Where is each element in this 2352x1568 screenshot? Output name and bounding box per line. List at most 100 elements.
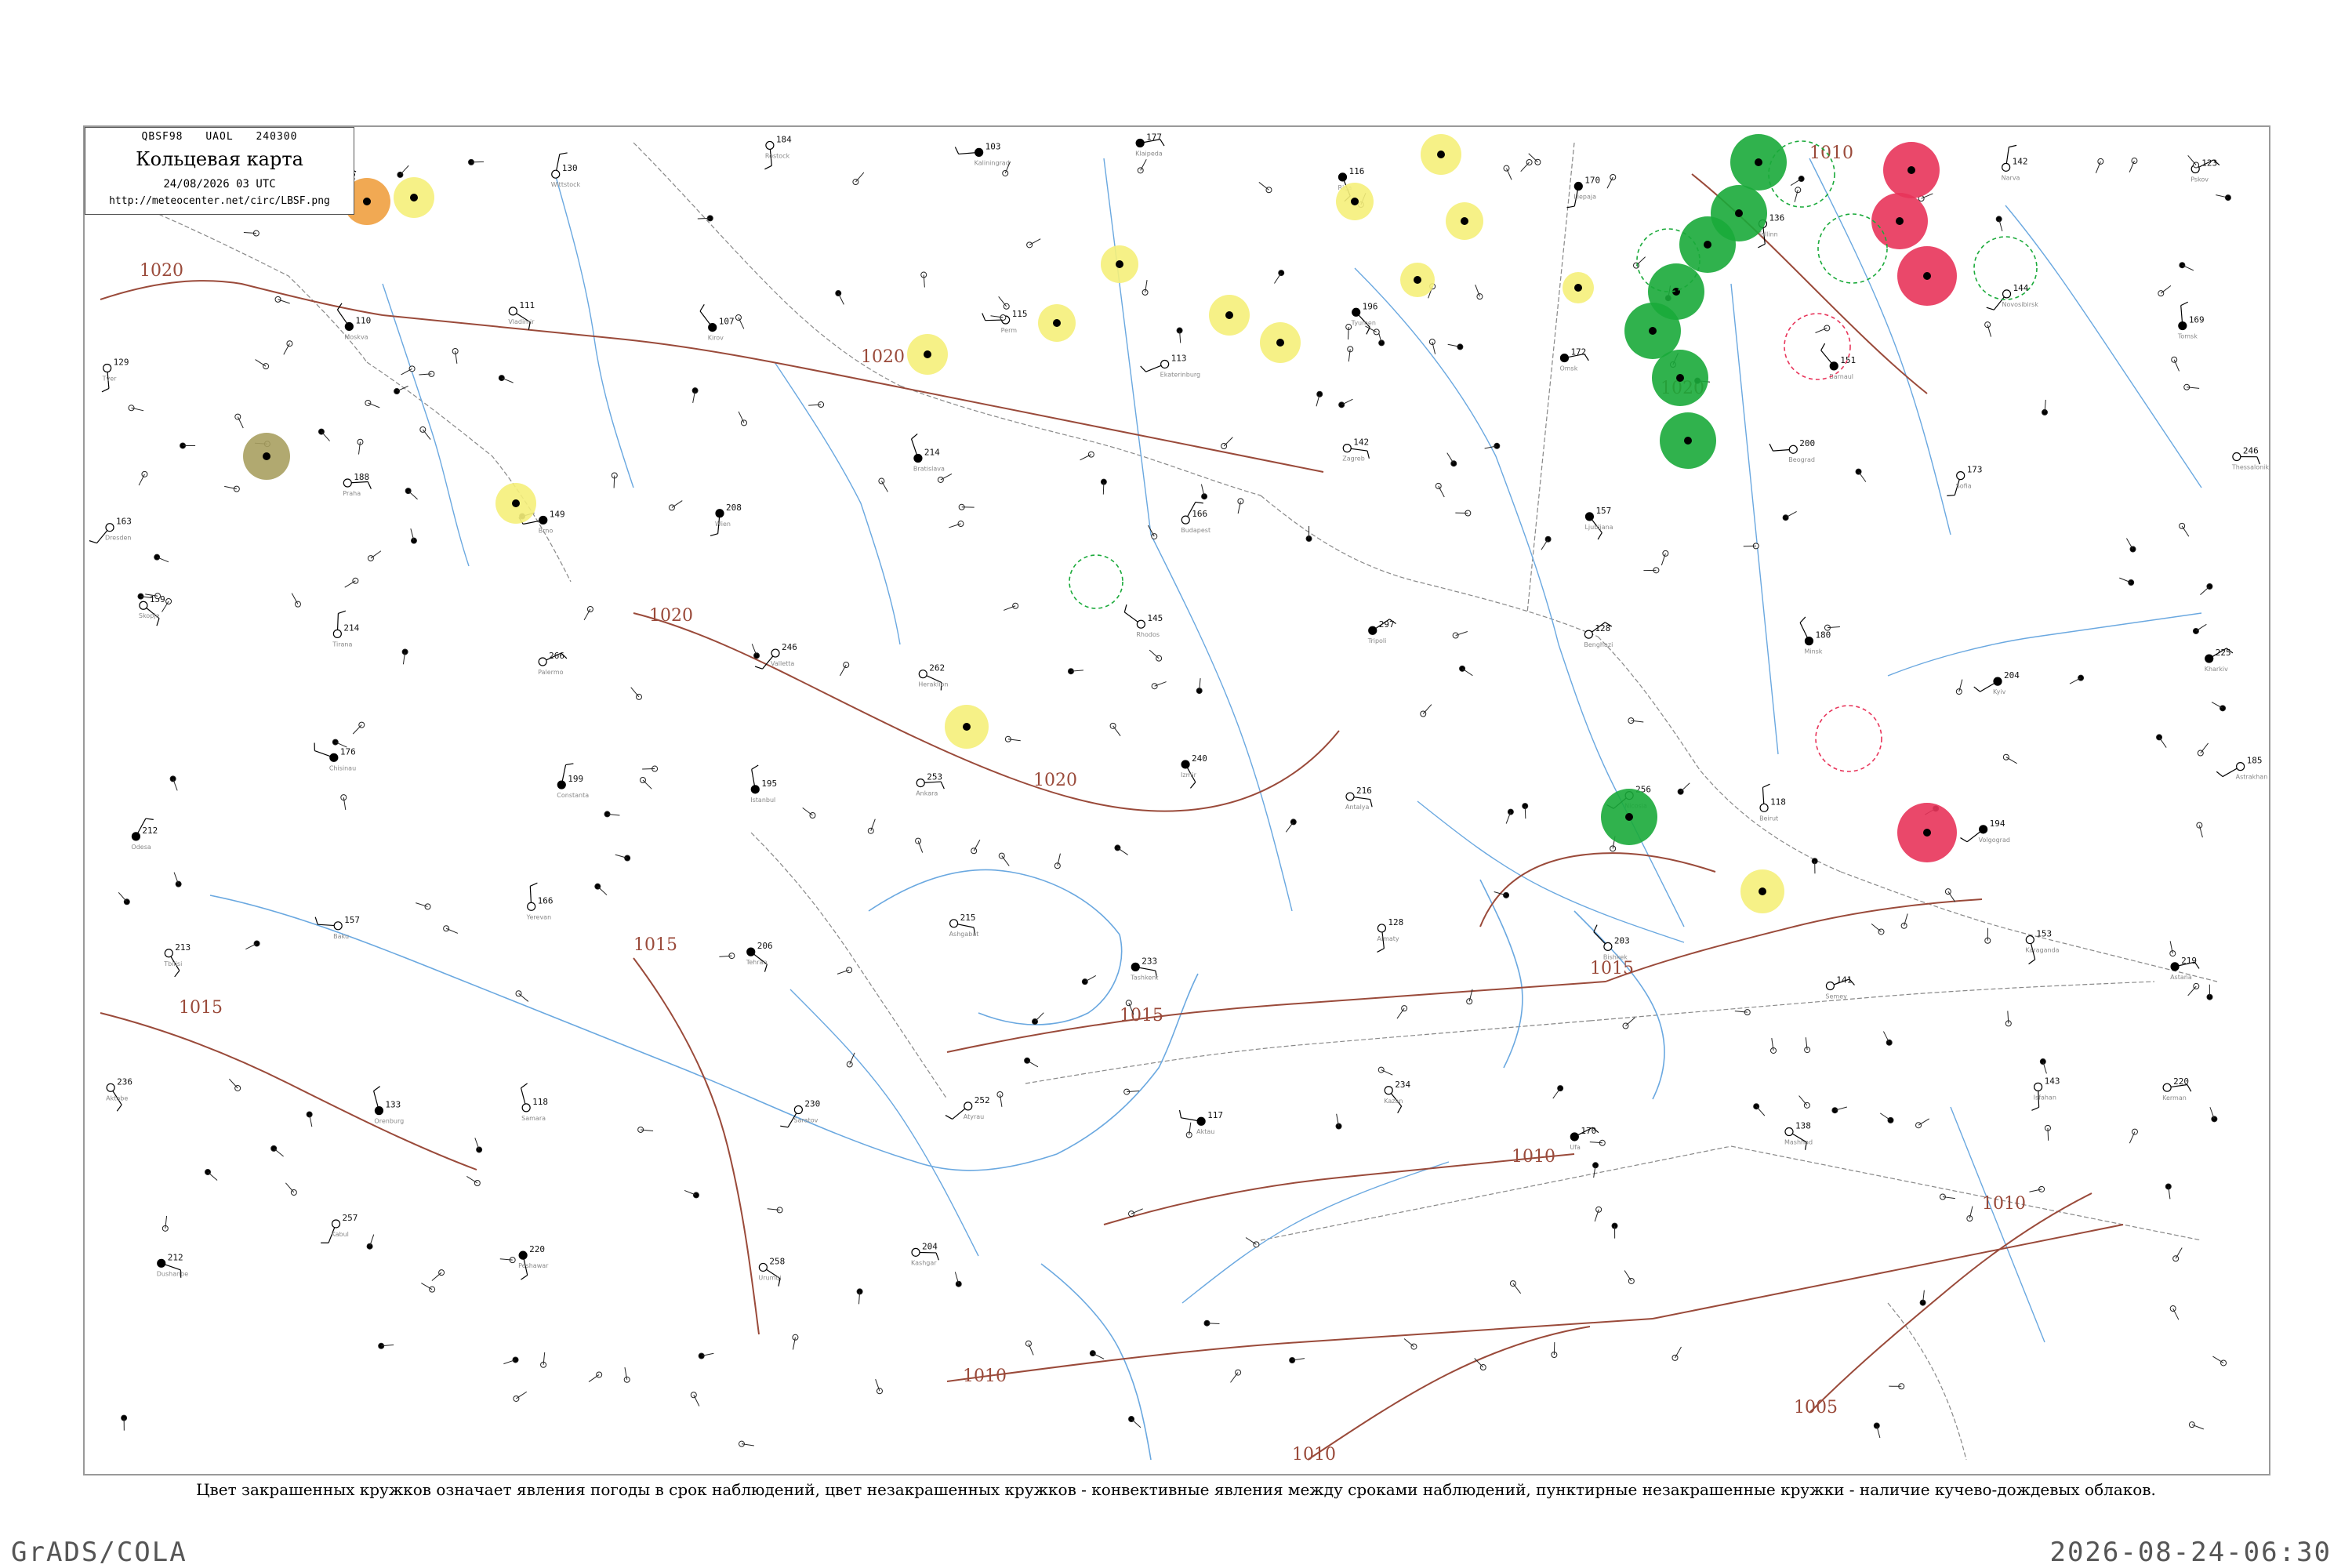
station-name: Chisinau: [329, 764, 356, 771]
station-plot: 219 Astana: [2170, 956, 2200, 981]
station-dot: [738, 411, 747, 426]
wind-feather: [780, 1125, 789, 1128]
wind-barb: [1223, 437, 1233, 447]
station-dot: [1798, 1095, 1810, 1109]
wind-feather: [174, 970, 180, 978]
station-name: Zagreb: [1342, 456, 1365, 463]
cloud-cover-symbol: [1804, 637, 1814, 646]
station-dot: [971, 840, 981, 855]
weather-marker-rain: [1679, 216, 1736, 273]
wind-barb: [285, 1182, 295, 1193]
cloud-cover-symbol: [1450, 460, 1457, 467]
wind-barb: [1606, 176, 1613, 189]
station-plot: 262 Heraklion: [918, 663, 948, 691]
station-name: Tver: [102, 376, 118, 383]
wind-barb: [583, 608, 591, 621]
station-plot: 169 Tomsk: [2177, 301, 2205, 340]
cloud-cover-symbol: [518, 1250, 528, 1260]
station-plot: 159Skopje: [139, 594, 165, 626]
station-dot: [1873, 1422, 1881, 1439]
station-pressure: 257: [343, 1213, 358, 1223]
station-plot: 194 Volgograd: [1960, 818, 2010, 844]
wind-barb: [421, 1283, 433, 1290]
station-pressure: 297: [1379, 619, 1395, 630]
station-plot: 212 Dushanbe: [157, 1252, 188, 1278]
wind-feather: [2180, 301, 2188, 307]
cloud-cover-symbol: [964, 1102, 973, 1111]
wind-feather: [1370, 799, 1373, 808]
coastline: [209, 895, 681, 1069]
cloud-cover-symbol: [424, 903, 431, 910]
wind-barb: [1446, 452, 1454, 464]
station-dot: [2187, 155, 2200, 169]
station-pressure: 153: [2036, 929, 2052, 939]
station-name: Baku: [333, 933, 349, 940]
station-plot: 204 Kyiv: [1973, 670, 2020, 695]
station-name: Tirana: [332, 641, 352, 648]
wind-barb: [1245, 1237, 1257, 1245]
station-pressure: 253: [927, 772, 942, 782]
station-plot: 170 Ufa: [1570, 1126, 1599, 1151]
wind-barb: [1080, 454, 1092, 461]
river: [1354, 267, 1559, 645]
wind-barb: [738, 317, 745, 329]
station-dot: [2179, 262, 2194, 271]
station-pressure: 185: [2247, 756, 2263, 766]
wind-barb: [1524, 806, 1526, 819]
station-dot: [878, 477, 888, 492]
isobar-1010-sw: [1307, 1326, 1591, 1461]
station-plot: 166 Budapest: [1181, 501, 1210, 534]
station-dot: [642, 765, 659, 772]
station-pressure: 208: [726, 503, 742, 513]
wind-barb: [1117, 848, 1128, 855]
isobar-1020-south: [633, 612, 1011, 779]
station-plot: 236 Aktobe: [106, 1076, 132, 1112]
station-name: Brno: [539, 527, 554, 534]
wind-barb: [1512, 1283, 1522, 1294]
station-pressure: 212: [142, 826, 158, 836]
station-dot: [1592, 1162, 1599, 1178]
station-dot: [852, 172, 865, 186]
station-plot: 117 Aktau: [1178, 1109, 1223, 1135]
coastline: [680, 1067, 1058, 1171]
station-dot: [1109, 722, 1121, 737]
station-pressure: 166: [1192, 509, 1207, 519]
station-plot: 216 Antalya: [1345, 786, 1373, 811]
isobar-1015-west: [100, 1012, 477, 1171]
station-dot: [1790, 176, 1805, 186]
station-pressure: 252: [975, 1095, 990, 1105]
station-dot: [2216, 194, 2231, 201]
wind-feather: [1178, 1109, 1182, 1118]
border-line: [1260, 1145, 1732, 1241]
station-name: Wien: [715, 521, 731, 528]
station-dot: [949, 521, 964, 528]
cloud-cover-symbol: [508, 307, 517, 316]
station-plot: 233 Tashkent: [1130, 956, 1158, 981]
station-dot: [2156, 734, 2167, 748]
station-name: Istanbul: [750, 797, 775, 804]
border-line: [750, 832, 948, 1100]
station-dot: [1142, 280, 1149, 296]
station-dot: [1671, 1346, 1682, 1361]
wind-barb: [1625, 1017, 1635, 1026]
station-dot: [1420, 704, 1432, 717]
wind-barb: [1624, 1270, 1632, 1282]
station-pressure: 149: [550, 509, 565, 519]
station-dot: [1200, 484, 1208, 500]
station-plot: 180 Minsk: [1799, 616, 1831, 655]
wind-feather: [754, 666, 763, 670]
station-dot: [998, 296, 1010, 310]
cloud-cover-symbol: [527, 902, 536, 911]
station-pressure: 172: [1570, 347, 1586, 358]
cloud-cover-symbol: [164, 949, 173, 958]
station-pressure: 230: [804, 1099, 820, 1109]
station-name: Kashgar: [911, 1259, 937, 1266]
station-dot: [1316, 390, 1323, 407]
station-dot: [515, 990, 529, 1002]
cloud-cover-symbol: [1136, 619, 1145, 629]
wind-barb: [352, 724, 362, 735]
station-pressure: 113: [1171, 353, 1187, 363]
station-dot: [1377, 1066, 1393, 1076]
station-name: Urumqi: [758, 1274, 781, 1281]
station-center-icon: [1625, 813, 1633, 821]
